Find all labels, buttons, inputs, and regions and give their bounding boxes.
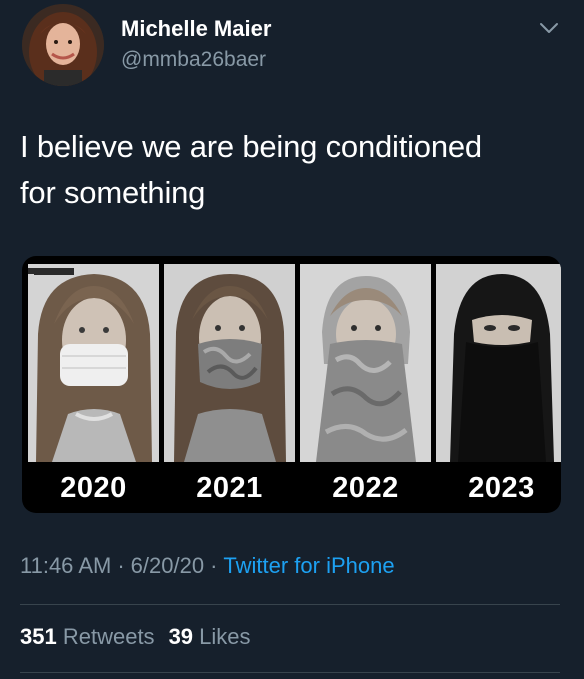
tweet-stats: 351 Retweets 39 Likes: [20, 624, 265, 650]
divider: [20, 604, 560, 605]
chevron-down-icon[interactable]: [538, 20, 560, 36]
tweet-metadata: 11:46 AM · 6/20/20 · Twitter for iPhone: [20, 553, 395, 579]
separator: ·: [117, 553, 125, 578]
woman-surgical-mask-illustration: [28, 264, 159, 462]
year-label: 2023: [468, 472, 535, 504]
source-watermark: [28, 268, 70, 274]
tweet-time[interactable]: 11:46 AM: [20, 553, 111, 578]
retweets-stat[interactable]: 351 Retweets: [20, 624, 155, 649]
retweets-count: 351: [20, 624, 57, 649]
avatar[interactable]: [22, 4, 104, 86]
likes-stat[interactable]: 39 Likes: [169, 624, 251, 649]
tweet-text: I believe we are being conditioned for s…: [20, 124, 560, 216]
woman-cloth-mask-illustration: [164, 264, 295, 462]
separator: ·: [210, 553, 218, 578]
year-label: 2021: [196, 472, 263, 504]
image-panel-2023: [436, 264, 561, 462]
tweet-date[interactable]: 6/20/20: [131, 553, 204, 578]
tweet: Michelle Maier @mmba26baer I believe we …: [0, 0, 584, 679]
retweets-label: Retweets: [62, 624, 155, 649]
avatar-photo: [22, 4, 104, 86]
tweet-image[interactable]: 2020 2021 2022 2023: [22, 256, 561, 513]
woman-neck-gaiter-illustration: [300, 264, 431, 462]
image-panel-2020: [28, 264, 159, 462]
tweet-text-line: for something: [20, 175, 206, 210]
image-panel-2022: [300, 264, 431, 462]
tweet-text-line: I believe we are being conditioned: [20, 129, 482, 164]
image-panel-2021: [164, 264, 295, 462]
client-link[interactable]: Twitter for iPhone: [223, 553, 394, 578]
author-name[interactable]: Michelle Maier: [121, 16, 271, 42]
author-handle[interactable]: @mmba26baer: [121, 48, 266, 72]
divider: [20, 672, 560, 673]
year-label: 2020: [60, 472, 127, 504]
likes-label: Likes: [199, 624, 251, 649]
woman-niqab-illustration: [436, 264, 561, 462]
year-label: 2022: [332, 472, 399, 504]
likes-count: 39: [168, 624, 194, 649]
